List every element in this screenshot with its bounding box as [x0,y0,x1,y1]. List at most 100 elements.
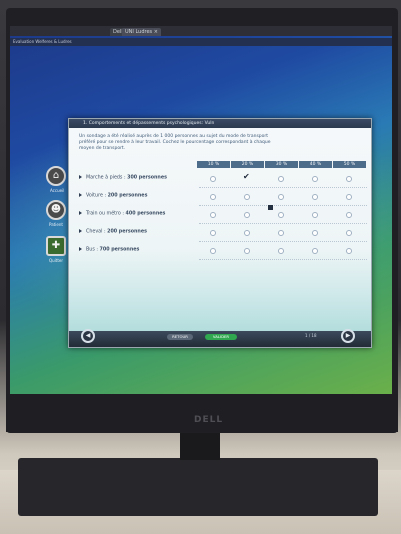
answer-cell[interactable] [265,208,298,222]
answer-cell[interactable] [299,244,332,258]
table-row: Cheval : 200 personnes [69,226,371,242]
answer-cell[interactable] [333,172,366,186]
answer-cell[interactable] [333,226,366,240]
row-label: Train ou métro : 400 personnes [79,211,165,217]
answer-cell[interactable] [231,208,264,222]
radio-button[interactable] [244,248,250,254]
page-indicator: 1 / 18 [305,333,317,338]
back-button[interactable]: RETOUR [167,334,193,340]
radio-button[interactable] [346,248,352,254]
exit-icon: ✚ [51,240,61,251]
checkmark-icon: ✔ [243,172,250,181]
answer-cell[interactable] [265,172,298,186]
row-divider [199,205,367,206]
next-button[interactable]: ▶ [341,329,355,343]
column-header: 50 % [333,161,366,168]
answer-cell[interactable] [197,226,230,240]
dialog-title: 1. Comportements et dépassements psychol… [69,119,371,128]
sidebar-item-label: Accueil [50,188,65,193]
arrow-right-icon: ▶ [345,332,351,339]
table-row: Marche à pieds : 300 personnes ✔ [69,172,371,188]
radio-button[interactable] [210,230,216,236]
arrow-left-icon: ◀ [85,332,91,339]
answer-cell[interactable] [333,244,366,258]
triangle-bullet-icon [79,247,82,251]
radio-button[interactable] [312,194,318,200]
table-row: Train ou métro : 400 personnes [69,208,371,224]
answer-cell[interactable] [197,190,230,204]
answer-cell[interactable] [231,190,264,204]
dell-logo: DELL [194,415,224,425]
table-row: Bus : 700 personnes [69,244,371,260]
sidebar-item-quitter[interactable]: ✚ [46,236,66,256]
answer-cell[interactable] [299,226,332,240]
answer-cell[interactable] [197,208,230,222]
row-divider [199,187,367,188]
radio-button[interactable] [312,248,318,254]
radio-button[interactable] [210,194,216,200]
radio-button[interactable] [278,248,284,254]
house-icon: ⌂ [52,170,60,181]
row-label: Bus : 700 personnes [79,247,139,253]
radio-button[interactable] [278,230,284,236]
answer-cell[interactable] [197,244,230,258]
address-bar[interactable]: Evaluation Welferes & Ludres [10,38,392,46]
answer-cell[interactable] [231,244,264,258]
column-header: 10 % [197,161,230,168]
sidebar-item-label: Quitter [49,258,64,263]
triangle-bullet-icon [79,229,82,233]
navigation-bar: ◀ RETOUR VALIDER 1 / 18 ▶ [69,329,371,347]
answer-cell[interactable] [231,226,264,240]
answer-cell[interactable] [299,190,332,204]
radio-button[interactable] [210,176,216,182]
validate-button[interactable]: VALIDER [205,334,237,340]
browser-tab-active[interactable]: UNI Ludres × [122,28,161,36]
answer-cell[interactable] [299,208,332,222]
answer-cell[interactable] [333,190,366,204]
monitor-stand [180,432,220,460]
answer-cell[interactable] [265,190,298,204]
row-divider [199,223,367,224]
row-value: 300 personnes [127,175,167,181]
radio-button[interactable] [278,176,284,182]
answer-cell[interactable] [265,244,298,258]
sidebar-item-accueil[interactable]: ⌂ [46,166,66,186]
mouse-cursor [268,205,273,210]
previous-button[interactable]: ◀ [81,329,95,343]
radio-button[interactable] [346,212,352,218]
radio-button[interactable] [210,212,216,218]
radio-button[interactable] [244,212,250,218]
row-label-text: Voiture : [86,193,107,199]
row-value: 700 personnes [99,247,140,253]
row-label: Voiture : 200 personnes [79,193,147,199]
answer-cell[interactable] [333,208,366,222]
instruction-text: Un sondage a été réalisé auprès de 1 000… [79,134,271,151]
row-value: 400 personnes [125,211,166,217]
row-label-text: Cheval : [86,229,106,235]
monitor-base [18,458,378,516]
person-icon: ☻ [50,204,62,215]
radio-button[interactable] [346,176,352,182]
triangle-bullet-icon [79,211,82,215]
column-header: 20 % [231,161,264,168]
radio-button[interactable] [210,248,216,254]
answer-cell[interactable]: ✔ [231,172,264,186]
radio-button[interactable] [244,230,250,236]
row-label-text: Train ou métro : [86,211,124,217]
radio-button[interactable] [278,212,284,218]
sidebar-item-patient[interactable]: ☻ [46,200,66,220]
radio-button[interactable] [312,212,318,218]
radio-button[interactable] [312,230,318,236]
row-value: 200 personnes [107,193,148,199]
radio-button[interactable] [346,230,352,236]
answer-cell[interactable] [197,172,230,186]
radio-button[interactable] [312,176,318,182]
row-value: 200 personnes [107,229,147,235]
answer-cell[interactable] [299,172,332,186]
row-label: Cheval : 200 personnes [79,229,147,235]
column-header: 40 % [299,161,332,168]
radio-button[interactable] [244,194,250,200]
answer-cell[interactable] [265,226,298,240]
radio-button[interactable] [346,194,352,200]
radio-button[interactable] [278,194,284,200]
